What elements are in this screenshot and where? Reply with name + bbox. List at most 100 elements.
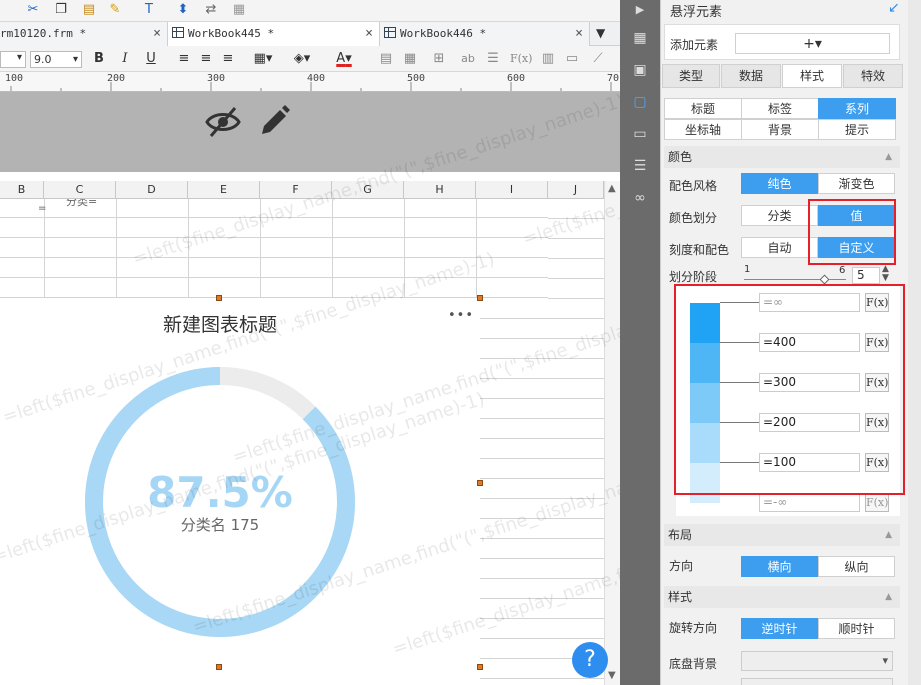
format-painter-icon[interactable]: ✎	[106, 2, 124, 18]
column-header-cell[interactable]: C	[44, 181, 116, 199]
subtab-series[interactable]: 系列	[818, 98, 896, 119]
list-icon[interactable]: ☰	[486, 51, 500, 67]
column-header-cell[interactable]: E	[188, 181, 260, 199]
bold-button[interactable]: B	[92, 51, 106, 67]
layer-icon[interactable]: ☰	[630, 156, 650, 176]
merge-icon[interactable]: ▦	[402, 51, 418, 67]
tab-effects[interactable]: 特效	[843, 64, 903, 88]
dropdown-icon[interactable]: ▼	[596, 26, 605, 40]
subtab-tooltip[interactable]: 提示	[818, 119, 896, 140]
stage-slider[interactable]	[744, 279, 846, 280]
color-section-header[interactable]: 颜色 ▲	[664, 146, 900, 168]
chart-icon[interactable]: ▥	[540, 51, 556, 67]
collapse-arrow-icon[interactable]: ↙	[888, 0, 900, 16]
color-scheme-label: 配色风格	[669, 179, 718, 193]
add-element-button[interactable]: +▾	[735, 33, 890, 54]
image-icon[interactable]: ▭	[564, 51, 580, 67]
paste-icon[interactable]: ▤	[80, 2, 98, 18]
column-header-cell[interactable]: B	[0, 181, 44, 199]
layout-section-header[interactable]: 布局 ▲	[664, 524, 900, 546]
next-select[interactable]	[741, 678, 893, 685]
font-select[interactable]: ▾	[0, 51, 26, 68]
copy-icon[interactable]: ❐	[52, 2, 70, 18]
tab-workbook445[interactable]: WorkBook445 * ×	[168, 22, 380, 46]
text-color-button[interactable]: A▾	[330, 51, 358, 67]
font-size-select[interactable]: 9.0 ▾	[30, 51, 82, 68]
rotate-cw-button[interactable]: 顺时针	[818, 618, 895, 639]
gauge-chart[interactable]: 新建图表标题 ••• 87.5% 分类名 175 =left($fine_dis…	[0, 249, 727, 685]
chart-title[interactable]: 新建图表标题	[0, 310, 440, 337]
column-header-cell[interactable]: J	[548, 181, 604, 199]
direction-horizontal-button[interactable]: 横向	[741, 556, 818, 577]
resize-handle[interactable]	[477, 295, 483, 301]
play-icon[interactable]: ▶	[630, 0, 650, 20]
scale-auto-button[interactable]: 自动	[741, 237, 818, 258]
tab-frm[interactable]: rm10120.frm * ×	[0, 22, 168, 46]
text-icon[interactable]: T	[140, 2, 158, 18]
scale-color-label: 刻度和配色	[669, 243, 730, 257]
subtab-background[interactable]: 背景	[741, 119, 819, 140]
slash-icon[interactable]: ⟋	[590, 51, 606, 67]
tab-type[interactable]: 类型	[662, 64, 720, 88]
subtab-axis[interactable]: 坐标轴	[664, 119, 742, 140]
vertical-scrollbar[interactable]: ▲ ▼	[604, 181, 620, 685]
cell-icon[interactable]: ▤	[378, 51, 394, 67]
align-right-icon[interactable]: ≡	[220, 51, 236, 67]
rotate-ccw-button[interactable]: 逆时针	[741, 618, 818, 639]
scheme-solid-button[interactable]: 纯色	[741, 173, 818, 194]
formula-button[interactable]: F(x)	[865, 493, 889, 512]
resize-handle[interactable]	[216, 295, 222, 301]
subtab-label[interactable]: 标签	[741, 98, 819, 119]
column-header-cell[interactable]: I	[476, 181, 548, 199]
resize-handle[interactable]	[216, 664, 222, 670]
base-background-select[interactable]: ▾	[741, 651, 893, 671]
align-left-icon[interactable]: ≡	[176, 51, 192, 67]
text-widget-icon[interactable]: ab	[458, 51, 478, 67]
resize-handle[interactable]	[477, 664, 483, 670]
style-section-header[interactable]: 样式 ▲	[664, 586, 900, 608]
formula-button[interactable]: F(x)	[510, 51, 532, 67]
chart-more-button[interactable]: •••	[448, 308, 474, 323]
italic-button[interactable]: I	[118, 51, 132, 67]
scroll-down-icon[interactable]: ▼	[608, 670, 616, 681]
undo-icon[interactable]: ▦	[230, 2, 248, 18]
stepper-icon[interactable]: ▲ ▼	[882, 265, 889, 283]
fill-color-icon[interactable]: ◈▾	[290, 51, 314, 67]
share-icon[interactable]: ⇄	[202, 2, 220, 18]
close-icon[interactable]: ×	[365, 22, 373, 46]
table-icon[interactable]: ▦	[630, 28, 650, 48]
float-element-icon[interactable]: ▢	[630, 92, 650, 112]
highlight-box	[808, 199, 896, 265]
cut-icon[interactable]: ✂	[24, 2, 42, 18]
eye-hidden-icon[interactable]	[205, 106, 241, 138]
template-icon[interactable]: ▣	[630, 60, 650, 80]
direction-vertical-button[interactable]: 纵向	[818, 556, 895, 577]
divide-category-button[interactable]: 分类	[741, 205, 818, 226]
range-value-input[interactable]: =-∞	[759, 493, 860, 512]
column-header-cell[interactable]: G	[332, 181, 404, 199]
column-header-cell[interactable]: D	[116, 181, 188, 199]
close-icon[interactable]: ×	[575, 22, 583, 46]
pencil-icon[interactable]	[258, 104, 290, 138]
insert-icon[interactable]: ⊞	[430, 51, 448, 67]
stage-value-input[interactable]: 5	[852, 267, 880, 284]
resize-handle[interactable]	[477, 480, 483, 486]
save-icon[interactable]: ⬍	[174, 2, 192, 18]
close-icon[interactable]: ×	[153, 22, 161, 46]
align-center-icon[interactable]: ≡	[198, 51, 214, 67]
stage-max: 6	[839, 265, 846, 276]
scheme-gradient-button[interactable]: 渐变色	[818, 173, 895, 194]
border-icon[interactable]: ▦▾	[252, 51, 274, 67]
underline-button[interactable]: U	[144, 51, 158, 67]
column-header-cell[interactable]: F	[260, 181, 332, 199]
ruler-mark: 500	[407, 73, 426, 84]
tab-workbook446[interactable]: WorkBook446 * ×	[380, 22, 590, 46]
widget-icon[interactable]: ▭	[630, 124, 650, 144]
tab-style[interactable]: 样式	[782, 64, 842, 88]
scroll-up-icon[interactable]: ▲	[608, 183, 616, 194]
help-button[interactable]: ?	[572, 642, 608, 678]
column-header-cell[interactable]: H	[404, 181, 476, 199]
tab-data[interactable]: 数据	[721, 64, 781, 88]
subtab-title[interactable]: 标题	[664, 98, 742, 119]
link-icon[interactable]: ∞	[630, 188, 650, 208]
